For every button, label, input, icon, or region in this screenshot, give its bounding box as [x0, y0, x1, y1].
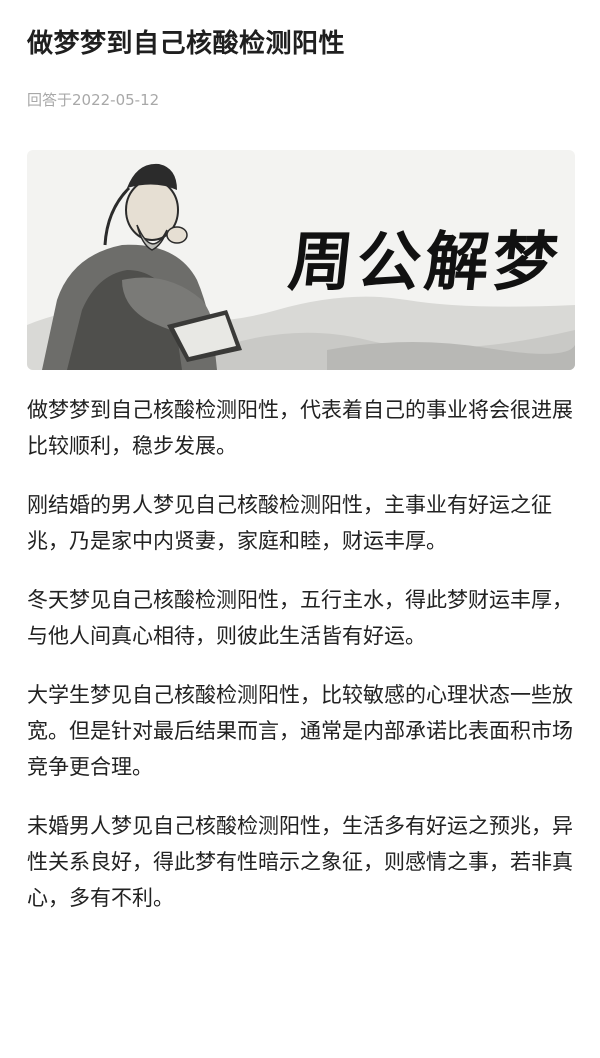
paragraph: 做梦梦到自己核酸检测阳性，代表着自己的事业将会很进展比较顺利，稳步发展。: [27, 398, 573, 458]
answered-date: 回答于2022-05-12: [27, 91, 160, 109]
article-body: 做梦梦到自己核酸检测阳性，代表着自己的事业将会很进展比较顺利，稳步发展。 刚结婚…: [27, 392, 579, 939]
paragraph: 未婚男人梦见自己核酸检测阳性，生活多有好运之预兆，异性关系良好，得此梦有性暗示之…: [27, 814, 573, 910]
paragraph: 冬天梦见自己核酸检测阳性，五行主水，得此梦财运丰厚，与他人间真心相待，则彼此生活…: [27, 588, 573, 648]
paragraph: 刚结婚的男人梦见自己核酸检测阳性，主事业有好运之征兆，乃是家中内贤妻，家庭和睦，…: [27, 493, 552, 553]
banner-calligraphy: 周公解梦: [285, 225, 565, 300]
paragraph: 大学生梦见自己核酸检测阳性，比较敏感的心理状态一些放宽。但是针对最后结果而言，通…: [27, 683, 573, 779]
banner-image: 周公解梦: [27, 150, 575, 370]
article-title: 做梦梦到自己核酸检测阳性: [27, 29, 346, 59]
